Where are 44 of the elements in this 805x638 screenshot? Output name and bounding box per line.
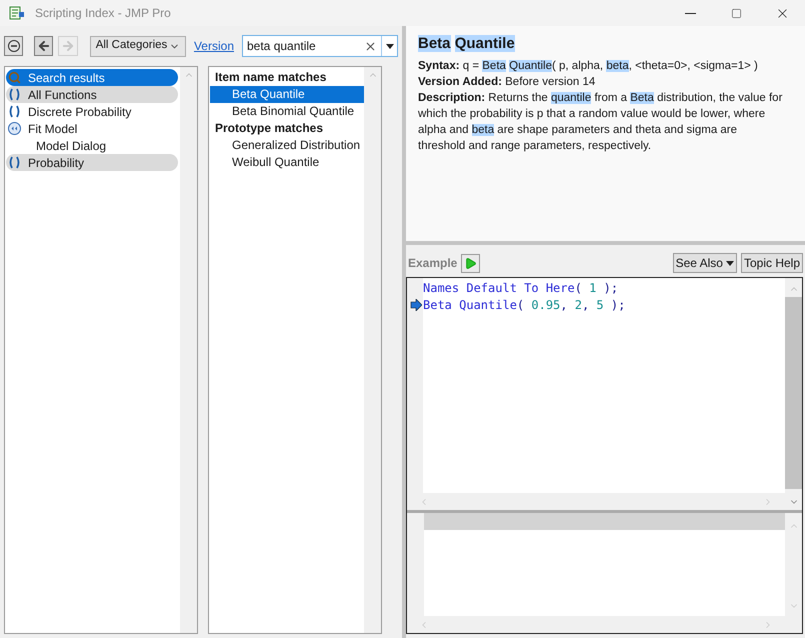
category-item[interactable]: Model Dialog	[6, 137, 178, 154]
see-also-button[interactable]: See Also	[672, 253, 737, 273]
group-heading: Prototype matches	[214, 120, 324, 137]
topic-title: Beta Quantile	[418, 34, 515, 54]
play-icon	[464, 256, 478, 270]
result-item[interactable]: Beta Binomial Quantile	[210, 103, 364, 120]
run-button[interactable]	[461, 254, 480, 272]
clear-icon[interactable]	[364, 40, 377, 52]
category-item[interactable]: Fit Model	[6, 120, 178, 137]
parentheses-icon	[8, 156, 21, 169]
minimize-icon	[684, 12, 696, 14]
maximize-icon	[730, 8, 742, 18]
group-heading: Item name matches	[214, 69, 328, 86]
topic-field: Description: Returns the quantile from a Beta distribution, the value for which the probability is p that a random value would be lower, where alpha and beta are shape parameters and theta and sigma are threshold and range parameters, respectively.	[418, 90, 787, 154]
window-title: Scripting Index - JMP Pro	[35, 5, 171, 22]
topic-help-button[interactable]: Topic Help	[740, 253, 803, 273]
dropdown-icon	[726, 260, 734, 266]
parentheses-icon	[8, 88, 21, 101]
platform-icon	[8, 122, 21, 135]
forward-button[interactable]	[58, 36, 78, 56]
code-line: Names Default To Here( 1 );	[423, 280, 618, 296]
category-item[interactable]: Search results	[6, 69, 178, 86]
app-icon	[9, 5, 25, 21]
code-line: Beta Quantile( 0.95, 2, 5 );	[423, 296, 626, 314]
collapse-button[interactable]	[4, 36, 24, 56]
category-item[interactable]: Probability	[6, 154, 178, 171]
result-item[interactable]: Beta Quantile	[210, 86, 364, 103]
topic-field: Version Added: Before version 14	[418, 74, 787, 90]
result-item[interactable]: Weibull Quantile	[210, 154, 364, 171]
search-field[interactable]: beta quantile	[243, 37, 364, 55]
category-item[interactable]: All Functions	[6, 86, 178, 103]
category-dropdown[interactable]: All Categories	[90, 36, 186, 56]
scroll-thumb[interactable]	[785, 297, 802, 489]
topic-field: Syntax: q = Beta Quantile( p, alpha, beta, <theta=0>, <sigma=1> )	[418, 58, 787, 74]
search-icon	[8, 71, 21, 84]
minus-circle-icon	[6, 39, 21, 53]
dropdown-icon[interactable]	[386, 44, 394, 48]
parentheses-icon	[8, 105, 21, 118]
version-link[interactable]: Version	[194, 37, 234, 55]
result-item[interactable]: Generalized Distribution	[210, 137, 364, 154]
back-button[interactable]	[34, 36, 54, 56]
search-box[interactable]: beta quantile	[242, 35, 398, 57]
example-label: Example	[408, 255, 458, 272]
category-item[interactable]: Discrete Probability	[6, 103, 178, 120]
